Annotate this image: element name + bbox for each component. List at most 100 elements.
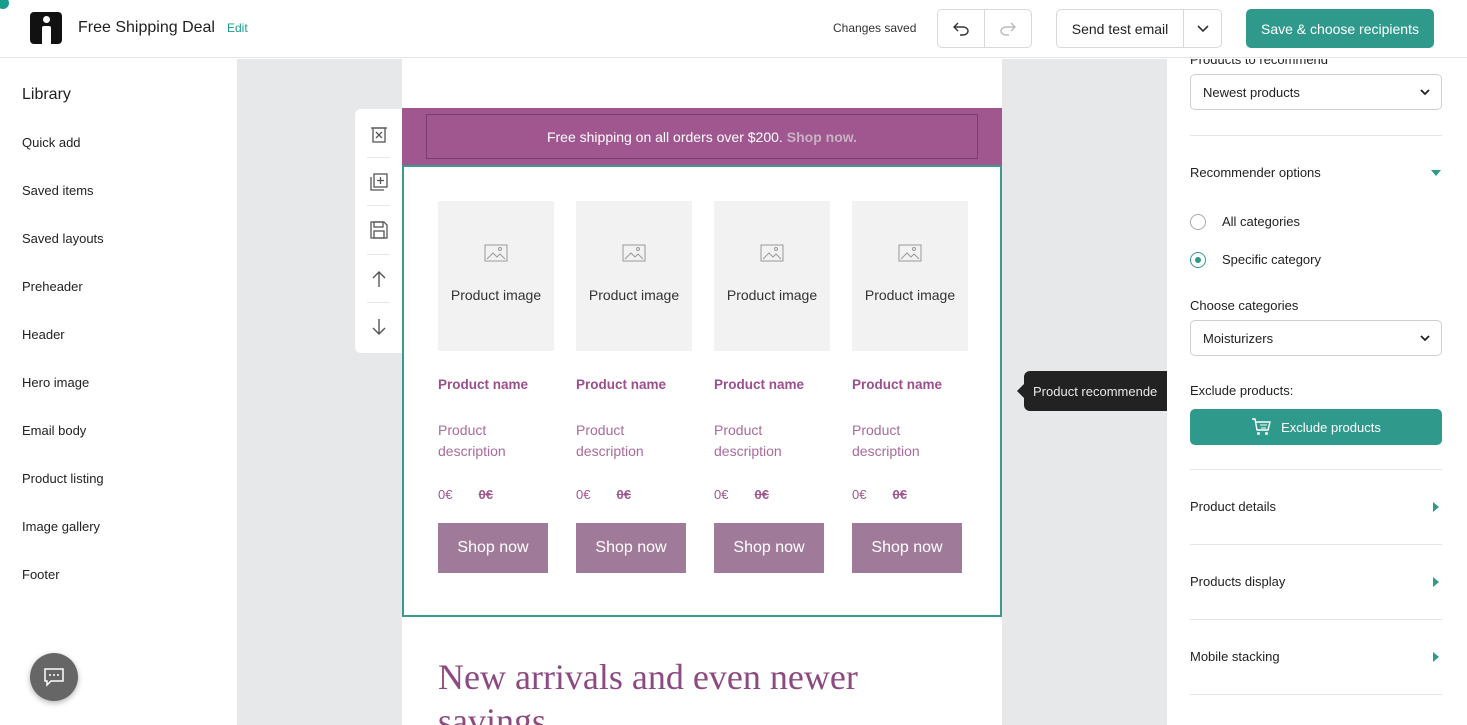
shop-now-button[interactable]: Shop now — [714, 523, 824, 573]
image-icon — [760, 244, 784, 262]
chevron-down-icon — [1196, 24, 1209, 32]
product-description: Product description — [852, 422, 920, 459]
email-canvas: Free shipping on all orders over $200. S… — [237, 59, 1167, 725]
product-price: 0€ — [438, 487, 453, 502]
app-logo[interactable] — [30, 12, 62, 44]
image-icon — [622, 244, 646, 262]
shop-now-button[interactable]: Shop now — [852, 523, 962, 573]
shop-now-button[interactable]: Shop now — [576, 523, 686, 573]
caret-right-icon[interactable] — [1433, 502, 1439, 512]
send-test-label[interactable]: Send test email — [1057, 10, 1184, 47]
delete-icon — [370, 126, 387, 143]
product-name: Product name — [438, 377, 529, 392]
product-image-label: Product image — [864, 287, 956, 303]
choose-categories-select[interactable]: Moisturizers — [1190, 320, 1442, 356]
save-choose-recipients-button[interactable]: Save & choose recipients — [1246, 9, 1434, 48]
image-icon — [484, 244, 508, 262]
undo-button[interactable] — [938, 10, 985, 47]
exclude-products-button-label: Exclude products — [1281, 419, 1381, 435]
products-to-recommend-select[interactable]: Newest products — [1190, 74, 1442, 110]
product-old-price: 0€ — [892, 487, 907, 502]
caret-down-icon[interactable] — [1431, 170, 1441, 176]
product-prices: 0€ 0€ — [852, 487, 907, 502]
send-test-email-button[interactable]: Send test email — [1056, 9, 1222, 48]
shop-now-button[interactable]: Shop now — [438, 523, 548, 573]
library-item-saved-items[interactable]: Saved items — [22, 183, 94, 198]
product-card[interactable]: Product image Product name Product descr… — [576, 201, 692, 573]
save-block-button[interactable] — [367, 218, 390, 241]
product-image-placeholder: Product image — [576, 201, 692, 351]
promo-banner[interactable]: Free shipping on all orders over $200. S… — [402, 108, 1002, 165]
library-item-header[interactable]: Header — [22, 327, 65, 342]
redo-button[interactable] — [985, 10, 1031, 47]
status-indicator — [0, 0, 9, 9]
product-name: Product name — [576, 377, 667, 392]
library-item-saved-layouts[interactable]: Saved layouts — [22, 231, 104, 246]
redo-icon — [1000, 22, 1016, 36]
product-old-price: 0€ — [754, 487, 769, 502]
product-card[interactable]: Product image Product name Product descr… — [852, 201, 968, 573]
recommender-options-toggle[interactable]: Recommender options — [1190, 165, 1321, 180]
library-item-product-listing[interactable]: Product listing — [22, 471, 104, 486]
product-old-price: 0€ — [616, 487, 631, 502]
delete-block-button[interactable] — [367, 122, 390, 145]
edit-title-link[interactable]: Edit — [227, 21, 248, 35]
library-item-image-gallery[interactable]: Image gallery — [22, 519, 100, 534]
products-to-recommend-label: Products to recommend — [1190, 59, 1329, 67]
product-name: Product name — [852, 377, 943, 392]
settings-panel: Products to recommend Newest products Re… — [1167, 59, 1467, 725]
library-item-preheader[interactable]: Preheader — [22, 279, 83, 294]
products-display-toggle[interactable]: Products display — [1190, 574, 1285, 589]
product-image-placeholder: Product image — [438, 201, 554, 351]
product-recommendation-block[interactable]: Product image Product name Product descr… — [402, 165, 1002, 617]
product-prices: 0€ 0€ — [714, 487, 769, 502]
duplicate-icon — [369, 172, 388, 191]
product-image-label: Product image — [726, 287, 818, 303]
arrow-up-icon — [372, 270, 385, 287]
send-test-dropdown[interactable] — [1184, 10, 1221, 47]
product-card[interactable]: Product image Product name Product descr… — [714, 201, 830, 573]
caret-right-icon[interactable] — [1433, 652, 1439, 662]
undo-redo-group — [937, 9, 1032, 48]
product-image-label: Product image — [588, 287, 680, 303]
exclude-products-button[interactable]: Exclude products — [1190, 409, 1442, 445]
move-up-button[interactable] — [367, 267, 390, 290]
image-icon — [898, 244, 922, 262]
section-heading[interactable]: New arrivals and even newer savings — [438, 655, 858, 725]
save-icon — [369, 220, 388, 239]
banner-shop-link[interactable]: Shop now. — [787, 129, 857, 145]
product-price: 0€ — [576, 487, 591, 502]
move-down-button[interactable] — [367, 315, 390, 338]
product-card[interactable]: Product image Product name Product descr… — [438, 201, 554, 573]
library-item-quick-add[interactable]: Quick add — [22, 135, 81, 150]
banner-text: Free shipping on all orders over $200. — [546, 128, 783, 145]
chat-button[interactable] — [30, 653, 78, 701]
section-heading-line-1: New arrivals and even newer — [438, 657, 858, 697]
email-preview: Free shipping on all orders over $200. S… — [402, 59, 1002, 725]
product-image-placeholder: Product image — [852, 201, 968, 351]
save-status: Changes saved — [833, 21, 917, 35]
promo-banner-text: Free shipping on all orders over $200. S… — [426, 114, 978, 159]
undo-icon — [953, 22, 969, 36]
radio-specific-category-label[interactable]: Specific category — [1222, 252, 1321, 267]
product-description: Product description — [438, 422, 506, 459]
radio-specific-category[interactable] — [1190, 252, 1206, 268]
library-item-hero-image[interactable]: Hero image — [22, 375, 89, 390]
product-name: Product name — [714, 377, 805, 392]
chevron-down-icon — [1420, 89, 1430, 96]
library-item-footer[interactable]: Footer — [22, 567, 60, 582]
duplicate-block-button[interactable] — [367, 170, 390, 193]
choose-categories-label: Choose categories — [1190, 298, 1299, 313]
radio-all-categories-label[interactable]: All categories — [1222, 214, 1300, 229]
caret-right-icon[interactable] — [1433, 577, 1439, 587]
mobile-stacking-toggle[interactable]: Mobile stacking — [1190, 649, 1280, 664]
product-prices: 0€ 0€ — [576, 487, 631, 502]
block-tooltip: Product recommende — [1024, 371, 1167, 411]
product-image-placeholder: Product image — [714, 201, 830, 351]
library-item-email-body[interactable]: Email body — [22, 423, 86, 438]
product-details-toggle[interactable]: Product details — [1190, 499, 1276, 514]
chat-icon — [44, 668, 64, 687]
product-image-label: Product image — [450, 287, 542, 303]
product-description: Product description — [714, 422, 782, 459]
radio-all-categories[interactable] — [1190, 214, 1206, 230]
